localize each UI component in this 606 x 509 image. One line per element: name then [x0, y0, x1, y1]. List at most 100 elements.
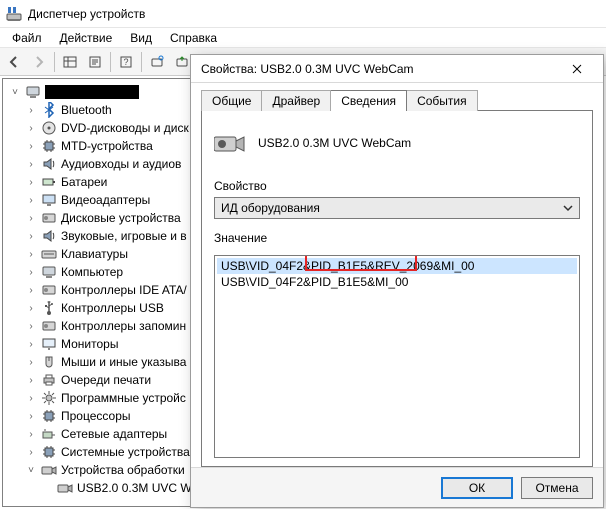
category-icon	[41, 372, 57, 388]
expand-icon[interactable]: ›	[25, 104, 37, 116]
expand-icon[interactable]: ›	[25, 248, 37, 260]
cancel-button[interactable]: Отмена	[521, 477, 593, 499]
category-icon	[41, 156, 57, 172]
chevron-down-icon	[559, 199, 577, 217]
expand-icon[interactable]: ›	[25, 284, 37, 296]
toolbar-show-hidden-button[interactable]	[58, 51, 82, 73]
expand-icon[interactable]: ›	[25, 212, 37, 224]
expand-icon[interactable]: ›	[25, 374, 37, 386]
device-header: USB2.0 0.3M UVC WebCam	[214, 123, 580, 163]
menu-file[interactable]: Файл	[4, 29, 50, 47]
category-icon	[41, 138, 57, 154]
tree-item-label: Дисковые устройства	[61, 211, 181, 225]
expand-icon[interactable]: ˅	[9, 86, 21, 98]
tab-panel-details: USB2.0 0.3M UVC WebCam Свойство ИД обору…	[201, 110, 593, 467]
toolbar-forward-button[interactable]	[27, 51, 51, 73]
tree-item-label: Контроллеры запомин	[61, 319, 186, 333]
tree-item-label: Процессоры	[61, 409, 131, 423]
tree-item-label: Мониторы	[61, 337, 118, 351]
tree-item-label: Аудиовходы и аудиов	[61, 157, 181, 171]
category-icon	[41, 444, 57, 460]
tree-item-label: Клавиатуры	[61, 247, 128, 261]
property-combo-value: ИД оборудования	[221, 201, 320, 215]
dialog-body: Общие Драйвер Сведения События USB2.0 0.…	[191, 83, 603, 467]
tab-general[interactable]: Общие	[201, 90, 262, 111]
expand-icon[interactable]: ›	[25, 428, 37, 440]
tab-details[interactable]: Сведения	[331, 90, 407, 111]
expand-icon[interactable]: ›	[25, 158, 37, 170]
expand-icon[interactable]: ›	[25, 356, 37, 368]
webcam-icon	[214, 129, 246, 157]
tree-item-label: Системные устройства	[61, 445, 190, 459]
category-icon	[41, 246, 57, 262]
value-row[interactable]: USB\VID_04F2&PID_B1E5&MI_00	[217, 274, 577, 290]
category-icon	[41, 318, 57, 334]
close-button[interactable]	[557, 57, 597, 81]
expand-icon[interactable]: ›	[25, 266, 37, 278]
value-listbox[interactable]: USB\VID_04F2&PID_B1E5&REV_2069&MI_00 USB…	[214, 255, 580, 458]
tree-item-label: Компьютер	[61, 265, 123, 279]
tree-item-label: DVD-дисководы и диск	[61, 121, 189, 135]
tree-item-label: Контроллеры USB	[61, 301, 164, 315]
expand-icon[interactable]: ›	[25, 230, 37, 242]
expand-icon[interactable]: ›	[25, 122, 37, 134]
category-icon	[41, 390, 57, 406]
tree-item-label: Батареи	[61, 175, 107, 189]
toolbar-separator	[54, 52, 55, 72]
tab-driver[interactable]: Драйвер	[262, 90, 331, 111]
toolbar-separator	[110, 52, 111, 72]
category-icon	[41, 264, 57, 280]
category-icon	[41, 192, 57, 208]
toolbar-scan-button[interactable]	[145, 51, 169, 73]
category-icon	[41, 228, 57, 244]
device-name-label: USB2.0 0.3M UVC WebCam	[258, 136, 411, 150]
app-icon	[6, 6, 22, 22]
value-row[interactable]: USB\VID_04F2&PID_B1E5&REV_2069&MI_00	[217, 258, 577, 274]
svg-text:?: ?	[123, 57, 128, 67]
ok-button[interactable]: ОК	[441, 477, 513, 499]
expand-icon[interactable]: ›	[25, 302, 37, 314]
category-icon	[41, 462, 57, 478]
property-combo[interactable]: ИД оборудования	[214, 197, 580, 219]
toolbar-help-button[interactable]: ?	[114, 51, 138, 73]
tree-item-label: MTD-устройства	[61, 139, 153, 153]
close-icon	[572, 64, 582, 74]
webcam-icon	[57, 480, 73, 496]
menu-help[interactable]: Справка	[162, 29, 225, 47]
category-icon	[41, 300, 57, 316]
tabs: Общие Драйвер Сведения События	[201, 89, 593, 110]
category-icon	[41, 210, 57, 226]
toolbar-separator	[141, 52, 142, 72]
toolbar-properties-button[interactable]	[83, 51, 107, 73]
tree-item-label: Bluetooth	[61, 103, 112, 117]
tree-item-label: Видеоадаптеры	[61, 193, 150, 207]
collapse-icon[interactable]: ˅	[25, 464, 37, 476]
tree-item-label: Мыши и иные указыва	[61, 355, 186, 369]
expand-icon[interactable]: ›	[25, 320, 37, 332]
category-icon	[41, 336, 57, 352]
properties-dialog: Свойства: USB2.0 0.3M UVC WebCam Общие Д…	[190, 54, 604, 508]
category-icon	[41, 102, 57, 118]
tree-item-label: Контроллеры IDE ATA/	[61, 283, 187, 297]
tree-item-label: Очереди печати	[61, 373, 151, 387]
toolbar-back-button[interactable]	[2, 51, 26, 73]
expand-icon[interactable]: ›	[25, 410, 37, 422]
expand-icon[interactable]: ›	[25, 176, 37, 188]
tree-item-label: Программные устройс	[61, 391, 186, 405]
tree-root-label	[45, 85, 139, 99]
expand-icon[interactable]: ›	[25, 392, 37, 404]
tree-item-label: Устройства обработки	[61, 463, 185, 477]
expand-icon[interactable]: ›	[25, 140, 37, 152]
menu-view[interactable]: Вид	[122, 29, 160, 47]
category-icon	[41, 354, 57, 370]
category-icon	[41, 120, 57, 136]
category-icon	[41, 282, 57, 298]
expand-icon[interactable]: ›	[25, 446, 37, 458]
computer-icon	[25, 84, 41, 100]
expand-icon[interactable]: ›	[25, 338, 37, 350]
tab-events[interactable]: События	[407, 90, 478, 111]
menu-action[interactable]: Действие	[52, 29, 121, 47]
category-icon	[41, 174, 57, 190]
expand-icon[interactable]: ›	[25, 194, 37, 206]
dialog-caption[interactable]: Свойства: USB2.0 0.3M UVC WebCam	[191, 55, 603, 83]
